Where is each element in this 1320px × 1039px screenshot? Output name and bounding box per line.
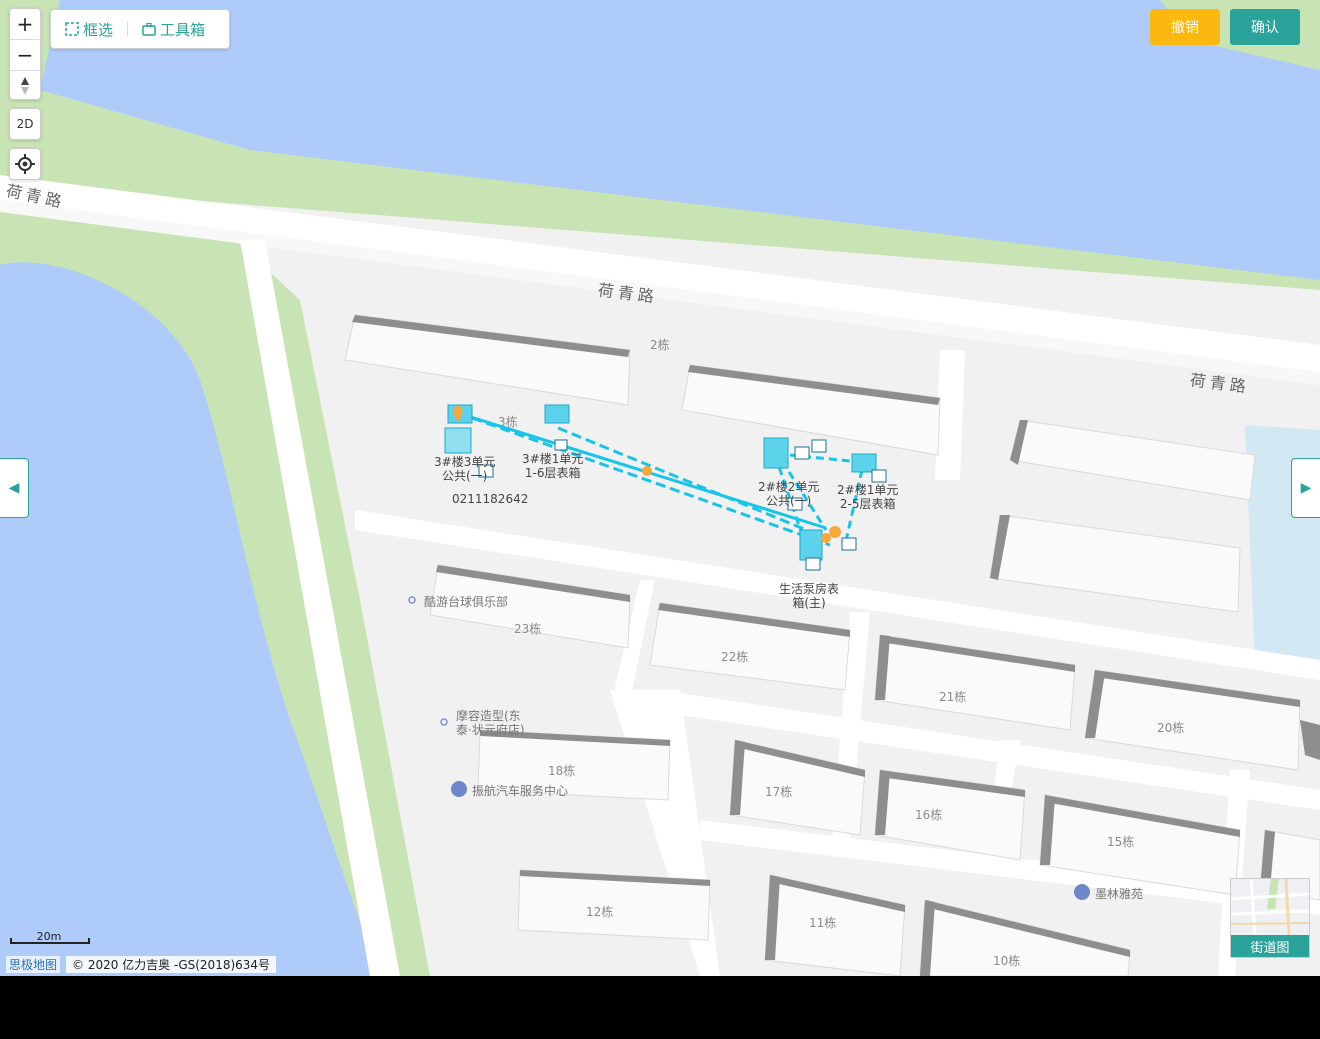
building-label: 15栋 xyxy=(1107,835,1135,849)
attribution: 思极地图 © 2020 亿力吉奥 -GS(2018)634号 xyxy=(6,955,277,973)
locate-button[interactable] xyxy=(9,148,41,180)
device-phone: 0211182642 xyxy=(452,492,529,506)
poi-label[interactable]: 墨林雅苑 xyxy=(1095,885,1143,902)
confirm-button[interactable]: 确认 xyxy=(1230,9,1300,45)
building-label: 17栋 xyxy=(765,785,793,799)
toolbox-label: 工具箱 xyxy=(160,20,206,39)
map-base-layer xyxy=(0,0,1320,976)
building-label: 10栋 xyxy=(993,954,1021,968)
street-view-button[interactable]: 街道图 xyxy=(1230,878,1310,958)
box-select-button[interactable]: 框选 xyxy=(51,19,127,40)
scale-bar-line xyxy=(10,938,90,944)
poi-label[interactable]: 摩容造型(东泰·状元府店) xyxy=(456,709,526,737)
map-toolbar: 框选 工具箱 xyxy=(50,9,230,49)
poi-label[interactable]: 振航汽车服务中心 xyxy=(472,782,568,799)
poi-label[interactable]: 酷游台球俱乐部 xyxy=(424,593,508,610)
toolbox-button[interactable]: 工具箱 xyxy=(128,19,219,40)
chevron-right-icon: ▶ xyxy=(1300,480,1312,496)
view-mode-button[interactable]: 2D xyxy=(9,108,41,140)
building-label: 21栋 xyxy=(939,690,967,704)
toolbox-icon xyxy=(142,22,156,36)
right-panel-toggle[interactable]: ▶ xyxy=(1291,458,1320,518)
zoom-control: + − xyxy=(9,8,41,100)
street-map-thumbnail xyxy=(1231,879,1309,936)
compass-icon[interactable] xyxy=(10,71,40,101)
device-label[interactable]: 3#楼3单元 公共(一) xyxy=(434,455,495,483)
building-label: 12栋 xyxy=(586,905,614,919)
building-label: 22栋 xyxy=(721,650,749,664)
scale-bar: 20m xyxy=(10,930,90,944)
cancel-button[interactable]: 撤销 xyxy=(1150,9,1220,45)
building-label: 16栋 xyxy=(915,808,943,822)
device-label[interactable]: 3#楼1单元 1-6层表箱 xyxy=(522,452,583,480)
building-label: 11栋 xyxy=(809,916,837,930)
left-panel-toggle[interactable]: ◀ xyxy=(0,458,29,518)
building-label: 2栋 xyxy=(650,338,670,352)
device-label[interactable]: 2#楼1单元 2-5层表箱 xyxy=(837,483,898,511)
device-label[interactable]: 生活泵房表 箱(主) xyxy=(779,582,839,610)
locate-icon xyxy=(15,154,35,174)
zoom-out-button[interactable]: − xyxy=(10,40,40,70)
building-label: 3栋 xyxy=(498,415,518,429)
map-logo[interactable]: 思极地图 xyxy=(6,955,61,973)
device-label[interactable]: 2#楼2单元 公共(一) xyxy=(758,480,819,508)
street-view-label: 街道图 xyxy=(1231,935,1309,957)
building-label: 23栋 xyxy=(514,622,542,636)
building-label: 20栋 xyxy=(1157,721,1185,735)
box-select-icon xyxy=(65,22,79,36)
building-label: 18栋 xyxy=(548,764,576,778)
zoom-in-button[interactable]: + xyxy=(10,9,40,39)
map-canvas[interactable]: 荷青路 荷青路 荷青路 2栋 3栋 23栋 22栋 21栋 20栋 18栋 17… xyxy=(0,0,1320,976)
chevron-left-icon: ◀ xyxy=(8,480,20,496)
box-select-label: 框选 xyxy=(83,20,114,39)
copyright-text: © 2020 亿力吉奥 -GS(2018)634号 xyxy=(66,955,277,973)
